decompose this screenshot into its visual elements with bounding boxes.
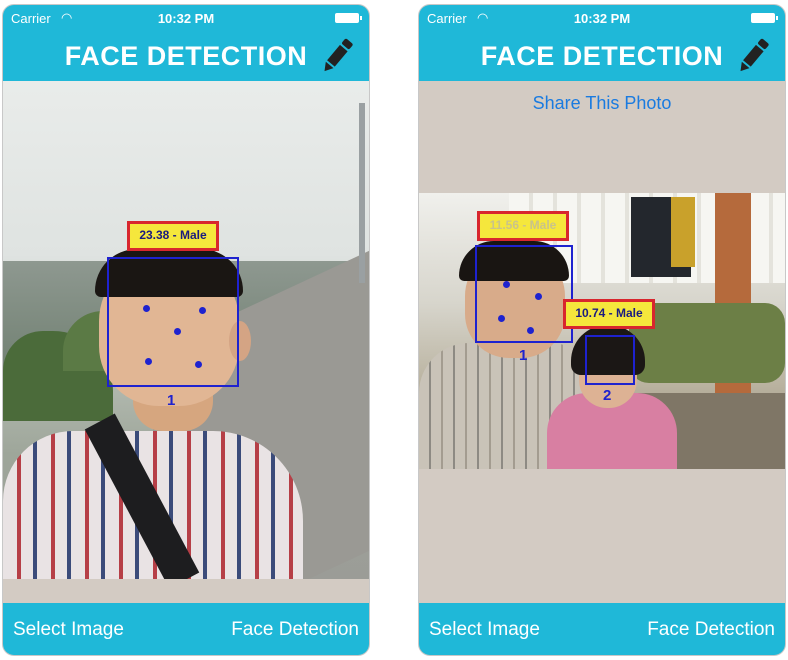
page-title: FACE DETECTION bbox=[480, 41, 724, 71]
status-bar: Carrier ◠ 10:32 PM bbox=[3, 10, 369, 27]
phone-screen-right: Carrier ◠ 10:32 PM FACE DETECTION Share … bbox=[418, 4, 786, 656]
pencil-icon[interactable] bbox=[737, 35, 771, 75]
face-box bbox=[107, 257, 239, 387]
landmark-dot bbox=[145, 358, 152, 365]
landmark-dot bbox=[143, 305, 150, 312]
select-image-button[interactable]: Select Image bbox=[13, 619, 124, 641]
bottom-toolbar: Select Image Face Detection bbox=[419, 603, 785, 655]
face-label: 11.56 - Male bbox=[477, 211, 569, 241]
phone-screen-left: Carrier ◠ 10:32 PM FACE DETECTION Share … bbox=[2, 4, 370, 656]
clock: 10:32 PM bbox=[157, 11, 215, 26]
app-header: Carrier ◠ 10:32 PM FACE DETECTION bbox=[3, 5, 369, 81]
face-box bbox=[585, 335, 635, 385]
page-title: FACE DETECTION bbox=[64, 41, 308, 71]
face-box bbox=[475, 245, 573, 343]
select-image-button[interactable]: Select Image bbox=[429, 619, 540, 641]
face-number: 2 bbox=[603, 387, 612, 404]
landmark-dot bbox=[195, 361, 202, 368]
face-label: 23.38 - Male bbox=[127, 221, 219, 251]
battery-icon bbox=[751, 13, 778, 23]
landmark-dot bbox=[498, 315, 505, 322]
landmark-dot bbox=[527, 327, 534, 334]
app-header: Carrier ◠ 10:32 PM FACE DETECTION bbox=[419, 5, 785, 81]
bottom-toolbar: Select Image Face Detection bbox=[3, 603, 369, 655]
landmark-dot bbox=[174, 328, 181, 335]
pencil-icon[interactable] bbox=[321, 35, 355, 75]
photo-airport-selfie bbox=[419, 193, 785, 469]
landmark-dot bbox=[535, 293, 542, 300]
face-detection-button[interactable]: Face Detection bbox=[647, 619, 775, 641]
face-detection-button[interactable]: Face Detection bbox=[231, 619, 359, 641]
face-label: 10.74 - Male bbox=[563, 299, 655, 329]
face-number: 1 bbox=[519, 347, 528, 364]
landmark-dot bbox=[199, 307, 206, 314]
battery-icon bbox=[335, 13, 362, 23]
share-photo-link[interactable]: Share This Photo bbox=[419, 93, 785, 114]
landmark-dot bbox=[503, 281, 510, 288]
face-number: 1 bbox=[167, 392, 176, 409]
clock: 10:32 PM bbox=[573, 11, 631, 26]
status-bar: Carrier ◠ 10:32 PM bbox=[419, 10, 785, 27]
